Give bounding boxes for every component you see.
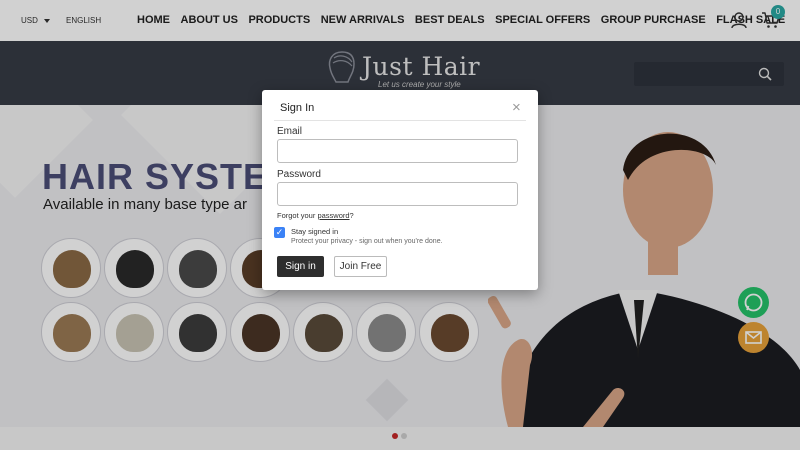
forgot-password-link[interactable]: password xyxy=(317,211,349,220)
join-free-button[interactable]: Join Free xyxy=(334,256,387,277)
modal-divider xyxy=(274,120,526,121)
forgot-password-text: Forgot your password? xyxy=(277,211,354,220)
email-field[interactable] xyxy=(277,139,518,163)
stay-signed-in-label: Stay signed in xyxy=(291,227,339,236)
forgot-suffix: ? xyxy=(349,211,354,220)
password-label: Password xyxy=(277,169,321,180)
stay-signed-in-checkbox[interactable]: ✓ xyxy=(274,227,285,238)
signin-button[interactable]: Sign in xyxy=(277,256,324,277)
privacy-note: Protect your privacy - sign out when you… xyxy=(291,238,443,245)
email-label: Email xyxy=(277,126,303,137)
signin-modal: Sign In × Email Password Forgot your pas… xyxy=(262,90,538,290)
password-field[interactable] xyxy=(277,182,518,206)
modal-title: Sign In xyxy=(280,102,315,114)
close-icon[interactable]: × xyxy=(512,99,521,116)
forgot-prefix: Forgot your xyxy=(277,211,318,220)
